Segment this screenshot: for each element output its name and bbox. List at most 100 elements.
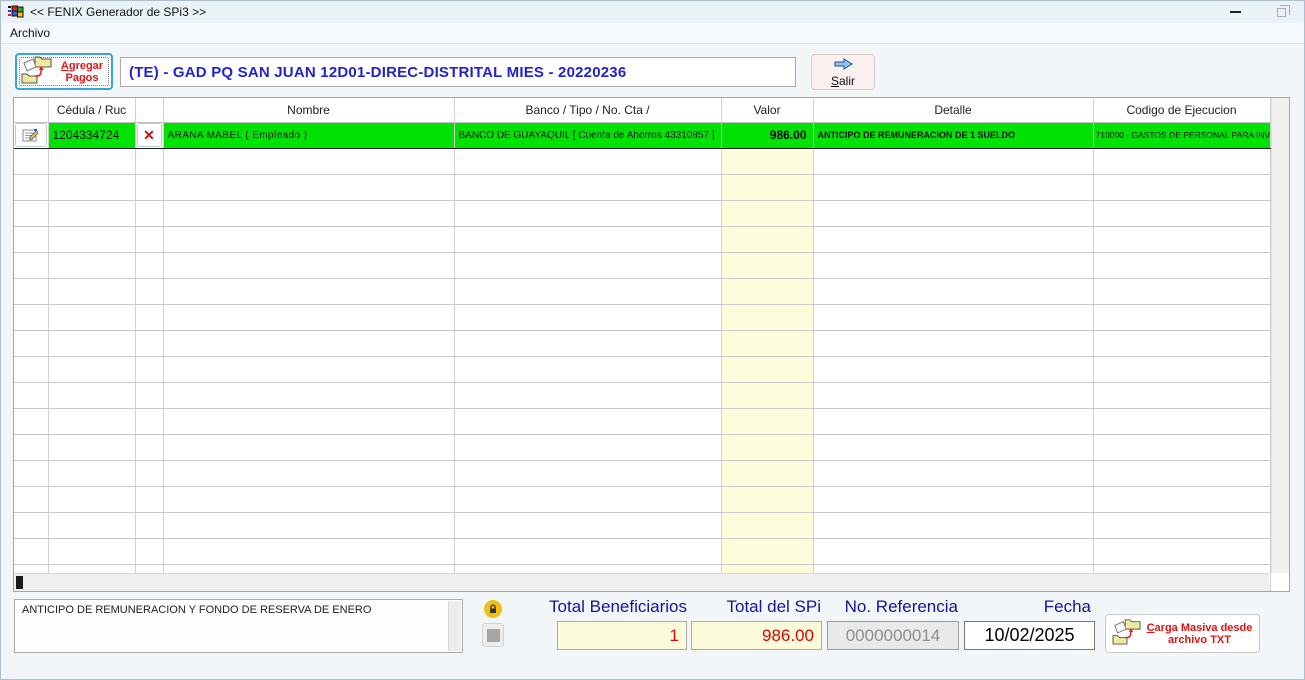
cell-empty	[163, 330, 455, 357]
cell-empty	[135, 278, 164, 305]
cell-empty	[14, 226, 49, 253]
cell-empty	[1093, 408, 1271, 435]
cell-empty	[1093, 538, 1271, 565]
cell-empty	[14, 148, 49, 175]
cell-empty	[135, 538, 164, 565]
col-header-valor: Valor	[721, 98, 814, 123]
cell-empty	[1093, 460, 1271, 487]
minimize-icon[interactable]	[1212, 1, 1258, 23]
cell-cedula[interactable]: 1204334724	[48, 121, 136, 149]
cell-banco[interactable]: BANCO DE GUAYAQUIL [ Cuenta de Ahorros 4…	[454, 121, 722, 149]
cell-empty	[721, 512, 814, 539]
grid-row-empty	[14, 382, 1271, 409]
gray-square-button[interactable]	[482, 623, 504, 647]
cell-empty	[163, 278, 455, 305]
cell-empty	[14, 382, 49, 409]
menu-archivo[interactable]: Archivo	[1, 23, 59, 43]
cell-empty	[135, 148, 164, 175]
grid-row-empty	[14, 356, 1271, 383]
total-beneficiarios-field: 1	[557, 621, 687, 650]
fecha-field[interactable]: 10/02/2025	[964, 621, 1095, 650]
salir-button[interactable]: Salir	[811, 54, 875, 90]
cell-empty	[14, 434, 49, 461]
cell-empty	[813, 304, 1094, 331]
grid-header-row: Cédula / Ruc Nombre Banco / Tipo / No. C…	[14, 98, 1271, 123]
vertical-scrollbar[interactable]	[1271, 98, 1289, 573]
cell-empty	[135, 304, 164, 331]
delete-row-icon[interactable]: ✕	[136, 123, 162, 147]
cell-empty	[454, 252, 722, 279]
cell-empty	[163, 148, 455, 175]
cell-empty	[14, 512, 49, 539]
cell-empty	[721, 486, 814, 513]
cell-nombre[interactable]: ARANA MABEL ( Empleado )	[163, 121, 455, 149]
cell-empty	[48, 278, 136, 305]
cell-empty	[721, 226, 814, 253]
cell-empty	[721, 408, 814, 435]
horizontal-scrollbar[interactable]	[14, 573, 1269, 591]
window-controls	[1212, 1, 1304, 23]
cell-empty	[813, 538, 1094, 565]
carga-masiva-button[interactable]: Carga Masiva desde archivo TXT	[1105, 614, 1260, 653]
cell-selector	[14, 121, 49, 149]
cell-empty	[48, 356, 136, 383]
cell-empty	[14, 356, 49, 383]
cell-empty	[813, 174, 1094, 201]
record-position-marker[interactable]	[16, 576, 23, 589]
gray-square-icon	[486, 628, 500, 642]
cell-empty	[721, 434, 814, 461]
cell-empty	[721, 174, 814, 201]
cell-empty	[454, 174, 722, 201]
cell-empty	[1093, 486, 1271, 513]
cell-empty	[721, 278, 814, 305]
cell-empty	[813, 434, 1094, 461]
cell-empty	[14, 460, 49, 487]
agregar-pagos-button[interactable]: Agregar Pagos	[15, 53, 113, 90]
grid-row-empty	[14, 278, 1271, 305]
grid-row-empty	[14, 200, 1271, 227]
cell-empty	[721, 382, 814, 409]
cell-codigo[interactable]: 710000 - GASTOS DE PERSONAL PARA INVERSI	[1093, 121, 1271, 149]
cell-empty	[163, 512, 455, 539]
cell-empty	[454, 356, 722, 383]
descripcion-textarea[interactable]: ANTICIPO DE REMUNERACION Y FONDO DE RESE…	[14, 599, 463, 653]
col-header-cedula: Cédula / Ruc	[48, 98, 136, 123]
cell-empty	[1093, 174, 1271, 201]
cell-empty	[48, 408, 136, 435]
cell-empty	[1093, 382, 1271, 409]
cell-delete: ✕	[135, 121, 164, 149]
cell-empty	[813, 382, 1094, 409]
folders-arrow-icon	[21, 54, 53, 89]
cell-empty	[48, 538, 136, 565]
cell-empty	[135, 486, 164, 513]
cell-empty	[135, 408, 164, 435]
textarea-scrollbar[interactable]	[448, 601, 461, 651]
cell-empty	[163, 226, 455, 253]
cell-valor[interactable]: 986.00	[721, 121, 814, 149]
grid-row-empty	[14, 226, 1271, 253]
cell-empty	[721, 330, 814, 357]
cell-empty	[1093, 252, 1271, 279]
cell-empty	[48, 200, 136, 227]
edit-row-icon[interactable]	[15, 123, 47, 147]
salir-label: Salir	[830, 73, 856, 88]
cell-detalle[interactable]: ANTICIPO DE REMUNERACION DE 1 SUELDO	[813, 121, 1094, 149]
col-header-detalle: Detalle	[813, 98, 1094, 123]
cell-empty	[813, 512, 1094, 539]
lock-icon[interactable]	[484, 600, 502, 618]
cell-empty	[1093, 226, 1271, 253]
cell-empty	[721, 148, 814, 175]
col-header-codigo: Codigo de Ejecucion	[1093, 98, 1271, 123]
restore-icon[interactable]	[1258, 1, 1304, 23]
entity-title-field[interactable]: (TE) - GAD PQ SAN JUAN 12D01-DIREC-DISTR…	[120, 57, 796, 87]
app-icon	[8, 5, 24, 19]
cell-empty	[163, 382, 455, 409]
cell-empty	[454, 538, 722, 565]
cell-empty	[1093, 278, 1271, 305]
cell-empty	[48, 226, 136, 253]
cell-empty	[135, 200, 164, 227]
cell-empty	[48, 486, 136, 513]
cell-empty	[163, 200, 455, 227]
grid-row-selected: 1204334724 ✕ ARANA MABEL ( Empleado ) BANCO…	[14, 121, 1271, 149]
col-header-selector	[14, 98, 49, 123]
